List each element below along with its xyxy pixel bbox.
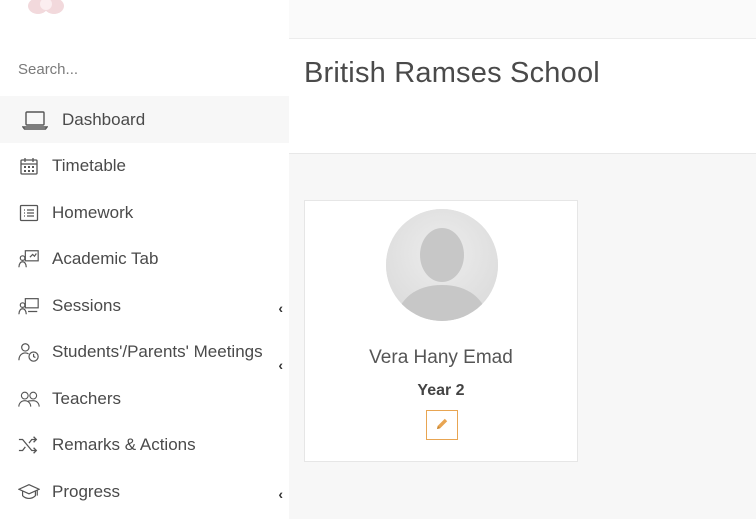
- calendar-icon: [18, 155, 40, 177]
- sidebar-item-sessions[interactable]: Sessions ‹: [0, 283, 289, 330]
- sidebar-item-progress[interactable]: Progress ‹: [0, 469, 289, 516]
- sidebar-item-remarks-actions[interactable]: Remarks & Actions: [0, 422, 289, 469]
- main-content: Vera Hany Emad Year 2: [289, 154, 756, 519]
- student-name: Vera Hany Emad: [369, 347, 513, 368]
- top-bar: [289, 0, 756, 39]
- sidebar: Dashboard Timetable: [0, 0, 289, 519]
- search-input[interactable]: [0, 44, 289, 94]
- pencil-icon: [435, 417, 449, 434]
- user-clock-icon: [18, 341, 40, 363]
- student-year: Year 2: [417, 382, 465, 399]
- sidebar-nav: Dashboard Timetable Homework Academic Ta…: [0, 96, 289, 515]
- sidebar-item-label: Students'/Parents' Meetings: [52, 342, 263, 362]
- sidebar-item-label: Academic Tab: [52, 249, 159, 269]
- sidebar-item-label: Teachers: [52, 388, 121, 408]
- chevron-left-icon[interactable]: ‹: [278, 357, 283, 373]
- sidebar-item-label: Homework: [52, 202, 134, 222]
- chevron-left-icon[interactable]: ‹: [278, 300, 283, 316]
- student-card[interactable]: Vera Hany Emad Year 2: [304, 200, 578, 462]
- classroom-icon: [18, 295, 40, 317]
- presentation-icon: [18, 248, 40, 270]
- sidebar-item-dashboard[interactable]: Dashboard: [0, 96, 289, 143]
- user-silhouette-icon: [386, 209, 498, 321]
- sidebar-item-teachers[interactable]: Teachers: [0, 376, 289, 423]
- sidebar-item-label: Progress: [52, 481, 121, 501]
- sidebar-item-timetable[interactable]: Timetable: [0, 143, 289, 190]
- sidebar-item-label: Sessions: [52, 295, 121, 315]
- graduation-cap-icon: [18, 481, 40, 503]
- page-title: British Ramses School: [304, 57, 600, 89]
- school-logo-icon: [22, 0, 74, 22]
- page-header: British Ramses School: [289, 39, 756, 154]
- avatar: [386, 209, 498, 321]
- shuffle-icon: [18, 434, 40, 456]
- list-icon: [18, 202, 40, 224]
- chevron-left-icon[interactable]: ‹: [278, 486, 283, 502]
- laptop-icon: [22, 109, 48, 131]
- sidebar-item-academic-tab[interactable]: Academic Tab: [0, 236, 289, 283]
- sidebar-item-label: Dashboard: [62, 109, 146, 129]
- sidebar-item-meetings[interactable]: Students'/Parents' Meetings ‹: [0, 329, 289, 376]
- edit-student-button[interactable]: [426, 410, 458, 440]
- users-icon: [18, 388, 40, 410]
- sidebar-item-homework[interactable]: Homework: [0, 190, 289, 237]
- sidebar-item-label: Timetable: [52, 156, 127, 176]
- sidebar-item-label: Remarks & Actions: [52, 435, 196, 455]
